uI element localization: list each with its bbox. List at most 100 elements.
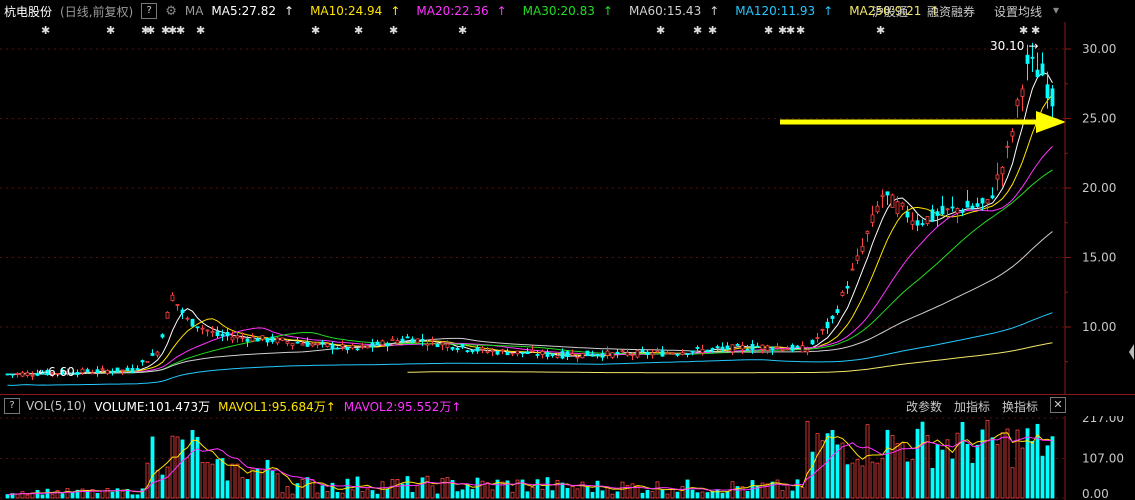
volume-bar <box>980 429 985 499</box>
event-marker-icon[interactable]: ✱ <box>656 24 665 37</box>
price-chart[interactable]: ✱ ✱ ✱✱ ✱✱✱ ✱ ✱ ✱ ✱ ✱ ✱ ✱ ✱ ✱ ✱✱ ✱ ✱ ✱ ✱ 30.0025.0020.0015… <box>0 22 1135 394</box>
volume-bar <box>370 490 375 499</box>
ma-label[interactable]: MA <box>185 4 204 18</box>
volume-bar <box>985 419 990 499</box>
volume-bar <box>710 491 715 499</box>
volume-bar <box>610 493 615 499</box>
close-icon[interactable]: ✕ <box>1050 397 1066 413</box>
event-marker-icon[interactable]: ✱ <box>1031 24 1040 37</box>
candlestick <box>370 338 375 352</box>
period-label[interactable]: (日线,前复权) <box>60 3 133 20</box>
menu-hkconnect[interactable]: 沪股通 <box>872 3 908 20</box>
volume-bar <box>65 488 70 499</box>
event-marker-icon[interactable]: ✱ <box>146 24 155 37</box>
candlestick <box>375 339 380 346</box>
add-indicator-button[interactable]: 加指标 <box>954 398 990 415</box>
volume-bar <box>715 489 720 499</box>
volume-bar <box>135 494 140 499</box>
candlestick <box>565 350 570 361</box>
event-marker-icon[interactable]: ✱ <box>354 24 363 37</box>
ma20-value: MA20:22.36 ↑ <box>416 4 507 18</box>
candlestick <box>590 350 595 357</box>
event-marker-icon[interactable]: ✱ <box>41 24 50 37</box>
volume-bar <box>930 467 935 499</box>
candlestick <box>645 349 650 359</box>
switch-indicator-button[interactable]: 换指标 <box>1002 398 1038 415</box>
candlestick <box>175 304 180 311</box>
event-marker-icon[interactable]: ✱ <box>876 24 885 37</box>
menu-set-ma[interactable]: 设置均线 <box>994 3 1042 20</box>
event-marker-icon[interactable]: ✱ <box>106 24 115 37</box>
candlestick <box>685 353 690 358</box>
volume-bar <box>220 458 225 499</box>
question-icon[interactable]: ? <box>141 3 158 19</box>
volume-bar <box>910 459 915 499</box>
candlestick <box>290 342 295 350</box>
candlestick <box>380 339 385 347</box>
candlestick <box>995 162 1000 191</box>
candlestick <box>10 373 15 379</box>
volume-bar <box>920 421 925 499</box>
candlestick <box>780 348 785 352</box>
event-marker-icon[interactable]: ✱ <box>196 24 205 37</box>
mavol2-value: MAVOL2:95.552万↑ <box>343 399 462 414</box>
event-marker-icon[interactable]: ✱ <box>693 24 702 37</box>
candlestick <box>860 238 865 255</box>
candlestick <box>850 263 855 271</box>
volume-bar <box>25 494 30 499</box>
volume-bar <box>670 488 675 499</box>
panel-divider <box>0 394 1135 395</box>
volume-bar <box>165 466 170 499</box>
candlestick <box>790 343 795 353</box>
volume-bar <box>655 481 660 499</box>
candlestick <box>315 341 320 349</box>
vol-title[interactable]: VOL(5,10) <box>26 399 86 413</box>
volume-bar <box>355 476 360 499</box>
candlestick <box>765 344 770 354</box>
event-marker-icon[interactable]: ✱ <box>708 24 717 37</box>
candlestick <box>825 318 830 334</box>
candlestick <box>940 195 945 216</box>
side-collapse-icon[interactable] <box>1128 340 1135 364</box>
volume-bar <box>630 483 635 499</box>
gear-icon[interactable]: ⚙ <box>165 4 177 19</box>
candlestick <box>20 370 25 378</box>
question-icon[interactable]: ? <box>4 398 20 414</box>
chevron-down-icon[interactable]: ▾ <box>1053 3 1059 17</box>
volume-bar <box>60 493 65 499</box>
menu-margin[interactable]: 融资融券 <box>927 3 975 20</box>
volume-chart[interactable]: 217.00 107.00 0.00 <box>0 416 1135 500</box>
volume-bar <box>890 435 895 499</box>
candlestick <box>410 336 415 344</box>
candlestick <box>855 248 860 265</box>
volume-bar <box>170 435 175 499</box>
volume-bar <box>725 491 730 499</box>
volume-bar <box>905 461 910 499</box>
change-params-button[interactable]: 改参数 <box>906 398 942 415</box>
candlestick <box>595 353 600 359</box>
candlestick <box>920 219 925 227</box>
event-marker-icon[interactable]: ✱ <box>458 24 467 37</box>
volume-bar <box>265 459 270 499</box>
event-marker-icon[interactable]: ✱ <box>786 24 795 37</box>
event-marker-icon[interactable]: ✱ <box>764 24 773 37</box>
volume-bar <box>640 492 645 499</box>
volume-bar <box>70 492 75 499</box>
ma30-line <box>7 169 1053 375</box>
volume-bar <box>300 478 305 499</box>
volume-bar <box>925 435 930 499</box>
stock-name[interactable]: 杭电股份 <box>4 3 52 20</box>
mavol1-value: MAVOL1:95.684万↑ <box>218 399 336 414</box>
volume-bar <box>225 480 230 499</box>
event-marker-icon[interactable]: ✱ <box>796 24 805 37</box>
volume-bar <box>440 478 445 499</box>
event-marker-icon[interactable]: ✱ <box>1019 24 1028 37</box>
volume-bar <box>550 490 555 499</box>
event-marker-icon[interactable]: ✱ <box>311 24 320 37</box>
volume-bar <box>35 490 40 499</box>
volume-bar <box>290 493 295 499</box>
event-marker-icon[interactable]: ✱ <box>176 24 185 37</box>
candlestick <box>480 346 485 354</box>
volume-bar <box>525 491 530 499</box>
event-marker-icon[interactable]: ✱ <box>389 24 398 37</box>
